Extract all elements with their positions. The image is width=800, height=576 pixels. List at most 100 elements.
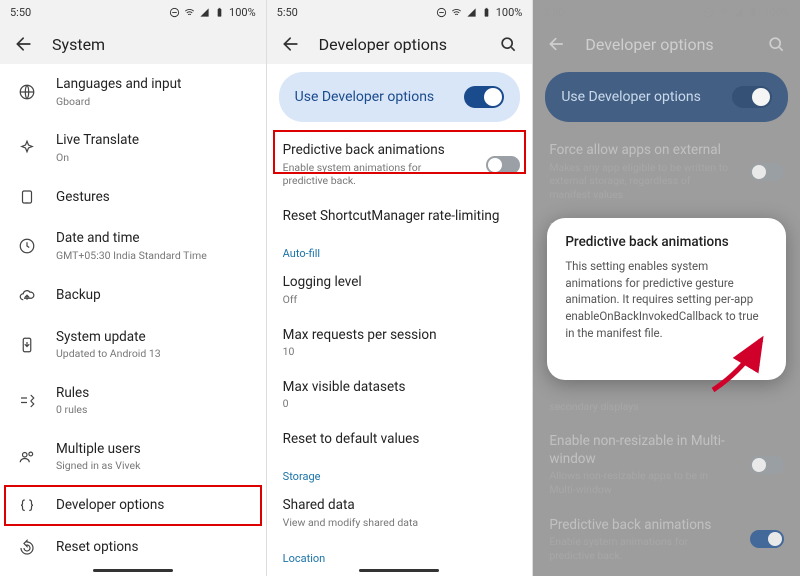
status-bar: 5:50 100% (267, 0, 533, 24)
dialog-ok-button[interactable]: OK (736, 349, 768, 375)
wifi-icon (184, 7, 195, 18)
row-force-external: Force allow apps on externalMakes any ap… (533, 132, 800, 211)
row-reset-shortcutmanager[interactable]: Reset ShortcutManager rate-limiting (267, 198, 533, 236)
row-subtitle: On (56, 151, 250, 165)
row-multiple-users[interactable]: Multiple usersSigned in as Vivek (0, 429, 266, 485)
section-autofill: Auto-fill (267, 235, 533, 264)
row-max-visible[interactable]: Max visible datasets0 (267, 369, 533, 421)
do-not-disturb-icon (436, 7, 447, 18)
row-title: Predictive back animations (549, 517, 732, 535)
wifi-icon (451, 7, 462, 18)
battery-pct: 100% (229, 6, 256, 19)
back-icon (547, 34, 567, 54)
row-subtitle: Allows non-resizable apps to be in Multi… (549, 469, 732, 496)
row-logging-level[interactable]: Logging levelOff (267, 264, 533, 316)
status-time: 5:50 (277, 6, 298, 19)
app-bar: System (0, 24, 266, 64)
screen-title: Developer options (585, 35, 713, 54)
row-developer-options[interactable]: Developer options (0, 485, 266, 527)
row-reset-options[interactable]: Reset options (0, 527, 266, 569)
do-not-disturb-icon (169, 7, 180, 18)
row-title: Languages and input (56, 76, 250, 94)
status-bar: 5:50 100% (0, 0, 266, 24)
signal-icon (199, 7, 210, 18)
row-title: Force allow apps on external (549, 142, 732, 160)
back-icon[interactable] (14, 34, 34, 54)
chip-label: Use Developer options (295, 89, 435, 105)
screen-developer-options-dialog: 5:50 100% Developer options Use Develope… (533, 0, 800, 576)
reset-icon (18, 539, 36, 557)
toggle (750, 456, 784, 474)
search-icon[interactable] (498, 34, 518, 54)
row-subtitle: Off (283, 293, 517, 307)
predictive-back-toggle[interactable] (486, 156, 520, 174)
status-time: 5:50 (10, 6, 31, 19)
row-max-requests[interactable]: Max requests per session10 (267, 317, 533, 369)
app-bar: Developer options (533, 24, 800, 64)
signal-icon (466, 7, 477, 18)
gesture-icon (18, 188, 36, 206)
cloud-icon (18, 287, 36, 305)
screen-title: System (52, 35, 105, 54)
chip-label: Use Developer options (561, 89, 701, 105)
row-reset-defaults[interactable]: Reset to default values (267, 421, 533, 459)
row-title: Live Translate (56, 132, 250, 150)
row-subtitle: Signed in as Vivek (56, 459, 250, 473)
use-developer-options-toggle[interactable] (464, 86, 504, 108)
nav-pill[interactable] (93, 569, 173, 572)
row-secondary: secondary displays (533, 397, 800, 424)
row-subtitle: 0 (283, 397, 517, 411)
dialog-body: This setting enables system animations f… (565, 258, 768, 341)
search-icon (766, 34, 786, 54)
row-title: Multiple users (56, 441, 250, 459)
users-icon (18, 448, 36, 466)
predictive-back-dialog: Predictive back animations This setting … (547, 218, 786, 380)
settings-list: Languages and inputGboard Live Translate… (0, 64, 266, 576)
row-system-update[interactable]: System updateUpdated to Android 13 (0, 317, 266, 373)
use-developer-options-chip[interactable]: Use Developer options (279, 72, 521, 122)
row-title: Reset to default values (283, 431, 517, 449)
row-title: Enable non-resizable in Multi-window (549, 433, 732, 468)
sparkle-icon (18, 139, 36, 157)
row-title: Shared data (283, 497, 517, 515)
row-rules[interactable]: Rules0 rules (0, 373, 266, 429)
row-title: System update (56, 329, 250, 347)
row-subtitle: Enable system animations for predictive … (283, 161, 469, 188)
row-shared-data[interactable]: Shared dataView and modify shared data (267, 487, 533, 539)
toggle (750, 163, 784, 181)
row-languages[interactable]: Languages and inputGboard (0, 64, 266, 120)
dialog-title: Predictive back animations (565, 234, 768, 250)
row-title: Rules (56, 385, 250, 403)
app-bar: Developer options (267, 24, 533, 64)
braces-icon (18, 497, 36, 515)
screen-title: Developer options (319, 35, 447, 54)
row-live-translate[interactable]: Live TranslateOn (0, 120, 266, 176)
row-subtitle: View and modify shared data (283, 516, 517, 530)
row-backup[interactable]: Backup (0, 275, 266, 317)
screen-system: 5:50 100% System Languages and inputGboa… (0, 0, 267, 576)
row-subtitle: Updated to Android 13 (56, 347, 250, 361)
row-title: Predictive back animations (283, 142, 469, 160)
row-title: Reset ShortcutManager rate-limiting (283, 208, 517, 226)
battery-icon (214, 7, 225, 18)
row-title: Reset options (56, 539, 250, 557)
row-gestures[interactable]: Gestures (0, 176, 266, 218)
row-subtitle: 0 rules (56, 403, 250, 417)
nav-pill[interactable] (359, 569, 439, 572)
settings-list: Use Developer options Predictive back an… (267, 64, 533, 576)
battery-icon (481, 7, 492, 18)
section-storage: Storage (267, 458, 533, 487)
row-title: Date and time (56, 230, 250, 248)
row-title: Gestures (56, 189, 250, 207)
screen-developer-options: 5:50 100% Developer options Use Develope… (267, 0, 534, 576)
row-predictive-back: Predictive back animationsEnable system … (533, 507, 800, 573)
toggle (750, 530, 784, 548)
row-date-time[interactable]: Date and timeGMT+05:30 India Standard Ti… (0, 218, 266, 274)
section-location: Location (267, 540, 533, 569)
row-subtitle: secondary displays (549, 400, 784, 414)
use-developer-options-toggle (732, 86, 772, 108)
clock-icon (18, 237, 36, 255)
status-indicators: 100% (169, 6, 256, 19)
back-icon[interactable] (281, 34, 301, 54)
row-predictive-back[interactable]: Predictive back animationsEnable system … (267, 132, 533, 198)
